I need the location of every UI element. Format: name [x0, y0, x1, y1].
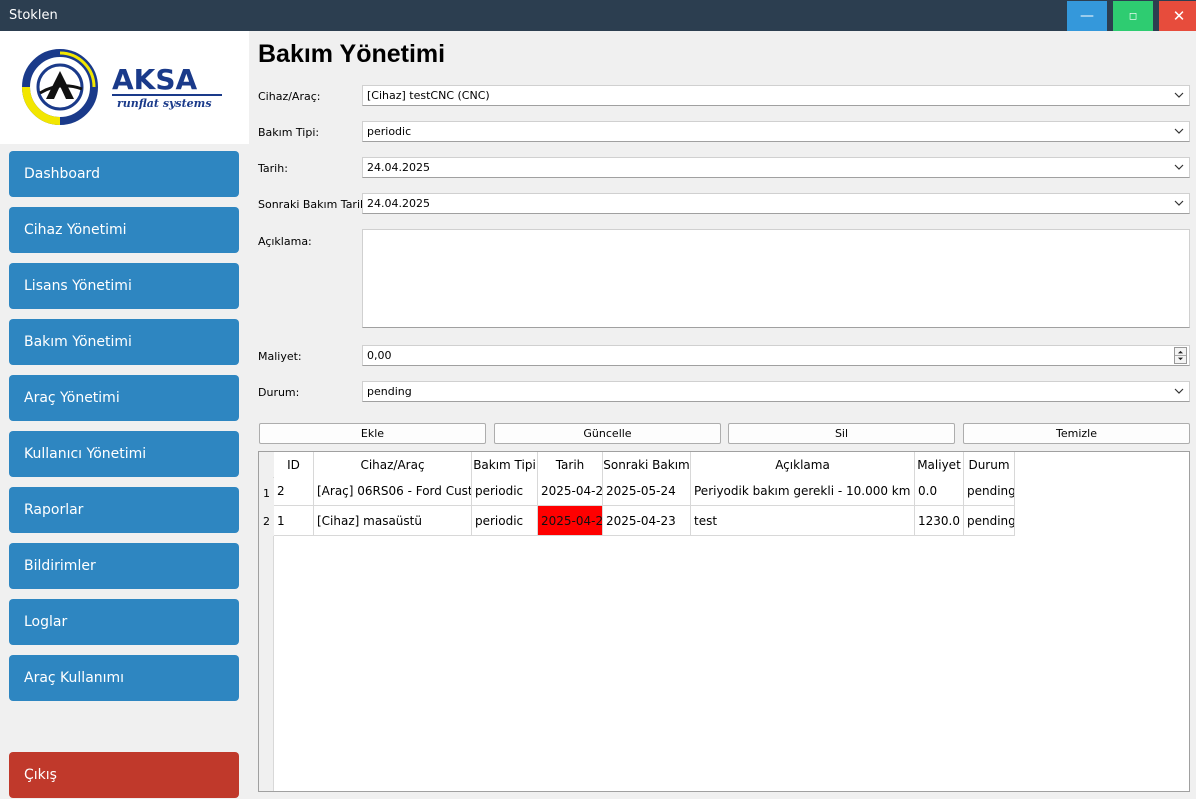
spin-arrows-icon[interactable] — [1174, 347, 1187, 364]
table-cell-overdue[interactable]: 2025-04-22 — [538, 506, 603, 536]
page-title: Bakım Yönetimi — [258, 40, 446, 68]
column-header-status[interactable]: Durum — [964, 452, 1015, 478]
next-date-picker-value: 24.04.2025 — [367, 197, 430, 210]
row-number[interactable]: 1 — [259, 478, 274, 508]
sidebar-item-devices[interactable]: Cihaz Yönetimi — [9, 207, 239, 253]
device-select-value: [Cihaz] testCNC (CNC) — [367, 89, 490, 102]
column-header-device[interactable]: Cihaz/Araç — [314, 452, 472, 478]
column-header-type[interactable]: Bakım Tipi — [472, 452, 538, 478]
sidebar-item-users[interactable]: Kullanıcı Yönetimi — [9, 431, 239, 477]
update-button[interactable]: Güncelle — [494, 423, 721, 444]
date-picker[interactable]: 24.04.2025 — [362, 157, 1190, 178]
type-select[interactable]: periodic — [362, 121, 1190, 142]
cost-spinbox[interactable]: 0,00 — [362, 345, 1190, 366]
column-header-description[interactable]: Açıklama — [691, 452, 915, 478]
table-cell[interactable]: 2 — [274, 476, 314, 506]
table-cell[interactable]: 1230.0 — [915, 506, 964, 536]
table-cell[interactable]: pending — [964, 506, 1015, 536]
cost-label: Maliyet: — [258, 350, 302, 363]
status-select-value: pending — [367, 385, 412, 398]
row-number[interactable]: 2 — [259, 506, 274, 536]
add-button[interactable]: Ekle — [259, 423, 486, 444]
chevron-down-icon — [1174, 128, 1184, 134]
maintenance-table[interactable]: ID Cihaz/Araç Bakım Tipi Tarih Sonraki B… — [258, 451, 1190, 792]
chevron-down-icon — [1174, 164, 1184, 170]
table-cell[interactable]: [Araç] 06RS06 - Ford Custom — [314, 476, 472, 506]
table-cell[interactable]: 0.0 — [915, 476, 964, 506]
close-button[interactable]: ✕ — [1159, 1, 1196, 31]
logo: AKSA runflat systems — [0, 31, 249, 144]
date-picker-value: 24.04.2025 — [367, 161, 430, 174]
chevron-down-icon — [1174, 388, 1184, 394]
sidebar-item-notifications[interactable]: Bildirimler — [9, 543, 239, 589]
maximize-button[interactable]: ◻ — [1113, 1, 1153, 31]
table-cell[interactable]: 2025-04-24 — [538, 476, 603, 506]
logout-button[interactable]: Çıkış — [9, 752, 239, 798]
device-label: Cihaz/Araç: — [258, 90, 321, 103]
logo-tagline: runflat systems — [117, 97, 212, 110]
status-label: Durum: — [258, 386, 300, 399]
description-label: Açıklama: — [258, 235, 312, 248]
sidebar-item-reports[interactable]: Raporlar — [9, 487, 239, 533]
table-cell[interactable]: Periyodik bakım gerekli - 10.000 km aşıl… — [691, 476, 915, 506]
clear-button[interactable]: Temizle — [963, 423, 1190, 444]
table-cell[interactable]: periodic — [472, 506, 538, 536]
column-header-next-date[interactable]: Sonraki Bakım — [603, 452, 691, 478]
cost-spinbox-value: 0,00 — [367, 349, 392, 362]
main-content: Bakım Yönetimi Cihaz/Araç: [Cihaz] testC… — [249, 31, 1196, 799]
table-cell[interactable]: [Cihaz] masaüstü — [314, 506, 472, 536]
chevron-down-icon — [1174, 200, 1184, 206]
minimize-button[interactable]: — — [1067, 1, 1107, 31]
chevron-down-icon — [1174, 92, 1184, 98]
table-cell[interactable]: test — [691, 506, 915, 536]
table-cell[interactable]: periodic — [472, 476, 538, 506]
sidebar-item-logs[interactable]: Loglar — [9, 599, 239, 645]
device-select[interactable]: [Cihaz] testCNC (CNC) — [362, 85, 1190, 106]
table-cell[interactable]: 2025-04-23 — [603, 506, 691, 536]
sidebar-item-vehicle-usage[interactable]: Araç Kullanımı — [9, 655, 239, 701]
column-header-cost[interactable]: Maliyet — [915, 452, 964, 478]
table-corner — [259, 452, 274, 477]
next-date-label: Sonraki Bakım Tarihi: — [258, 198, 374, 211]
aksa-logo-icon: AKSA runflat systems — [0, 31, 249, 144]
sidebar-item-dashboard[interactable]: Dashboard — [9, 151, 239, 197]
sidebar-item-vehicles[interactable]: Araç Yönetimi — [9, 375, 239, 421]
table-cell[interactable]: 1 — [274, 506, 314, 536]
window-title: Stoklen — [9, 8, 58, 23]
title-bar: Stoklen — ◻ ✕ — [0, 0, 1196, 31]
table-cell[interactable]: pending — [964, 476, 1015, 506]
sidebar-item-maintenance[interactable]: Bakım Yönetimi — [9, 319, 239, 365]
next-date-picker[interactable]: 24.04.2025 — [362, 193, 1190, 214]
column-header-id[interactable]: ID — [274, 452, 314, 478]
type-select-value: periodic — [367, 125, 412, 138]
table-cell[interactable]: 2025-05-24 — [603, 476, 691, 506]
column-header-date[interactable]: Tarih — [538, 452, 603, 478]
status-select[interactable]: pending — [362, 381, 1190, 402]
type-label: Bakım Tipi: — [258, 126, 320, 139]
delete-button[interactable]: Sil — [728, 423, 955, 444]
date-label: Tarih: — [258, 162, 288, 175]
logo-brand: AKSA — [112, 63, 198, 96]
sidebar: AKSA runflat systems Dashboard Cihaz Yön… — [0, 31, 249, 799]
sidebar-item-licenses[interactable]: Lisans Yönetimi — [9, 263, 239, 309]
description-textarea[interactable] — [362, 229, 1190, 328]
